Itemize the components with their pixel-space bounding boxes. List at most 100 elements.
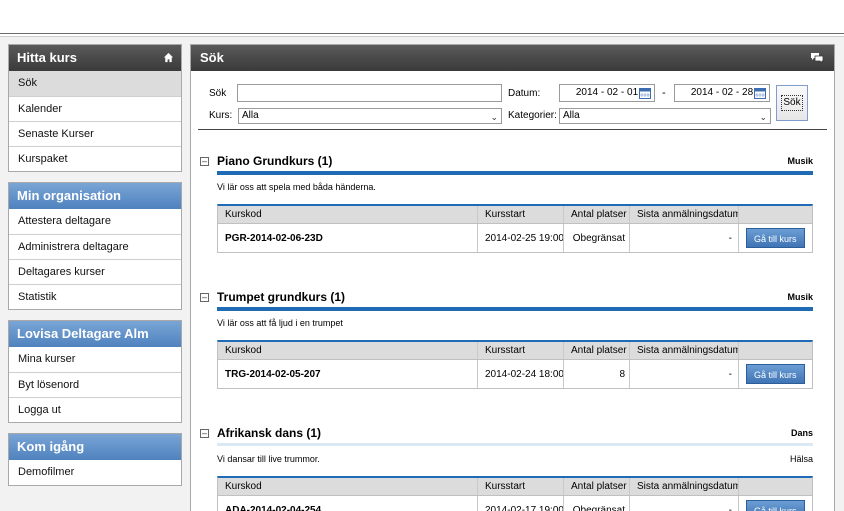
table-row: ADA-2014-02-04-254 2014-02-17 19:00 Obeg…	[218, 496, 812, 511]
date-label: Datum:	[508, 88, 541, 99]
sidebar-item-sok[interactable]: Sök	[9, 71, 181, 96]
course-description: Vi lär oss att spela med båda händerna.	[217, 182, 376, 192]
course-select[interactable]: Alla ⌄	[238, 108, 502, 124]
course-code: PGR-2014-02-06-23D	[218, 224, 478, 252]
course-action-cell: Gå till kurs	[739, 496, 812, 511]
collapse-icon[interactable]: –	[200, 293, 209, 302]
course-seats: Obegränsat	[564, 496, 630, 511]
course-seats: Obegränsat	[564, 224, 630, 252]
table-header-row: Kurskod Kursstart Antal platser Sista an…	[218, 478, 812, 496]
sidebar-item-statistik[interactable]: Statistik	[9, 284, 181, 309]
main-header: Sök	[191, 45, 834, 71]
search-button-label: Sök	[781, 95, 803, 111]
date-to-value: 2014 - 02 - 28	[690, 87, 754, 98]
course-divider	[217, 443, 813, 446]
calendar-icon[interactable]	[639, 87, 651, 99]
my-organisation-panel: Min organisation Attestera deltagare Adm…	[8, 182, 182, 310]
find-course-panel: Hitta kurs Sök Kalender Senaste Kurser K…	[8, 44, 182, 172]
course-description: Vi lär oss att få ljud i en trumpet	[217, 318, 343, 328]
course-start: 2014-02-17 19:00	[478, 496, 564, 511]
user-panel: Lovisa Deltagare Alm Mina kurser Byt lös…	[8, 320, 182, 423]
date-from-field[interactable]: 2014 - 02 - 01	[559, 84, 655, 102]
sidebar-item-senaste-kurser[interactable]: Senaste Kurser	[9, 121, 181, 146]
column-header-start: Kursstart	[478, 342, 564, 359]
search-button[interactable]: Sök	[776, 85, 808, 121]
sidebar-item-demofilmer[interactable]: Demofilmer	[9, 460, 181, 485]
course-action-cell: Gå till kurs	[739, 224, 812, 252]
search-input[interactable]	[237, 84, 502, 102]
course-code: ADA-2014-02-04-254	[218, 496, 478, 511]
my-organisation-header: Min organisation	[9, 183, 181, 209]
search-label: Sök	[209, 88, 227, 99]
date-to-field[interactable]: 2014 - 02 - 28	[674, 84, 770, 102]
column-header-start: Kursstart	[478, 206, 564, 223]
column-header-code: Kurskod	[218, 478, 478, 495]
column-header-code: Kurskod	[218, 206, 478, 223]
column-header-seats: Antal platser	[564, 342, 630, 359]
column-header-deadline: Sista anmälningsdatum	[630, 206, 739, 223]
chevron-down-icon: ⌄	[759, 112, 767, 122]
getting-started-panel: Kom igång Demofilmer	[8, 433, 182, 486]
course-divider	[217, 307, 813, 311]
sidebar-item-byt-losenord[interactable]: Byt lösenord	[9, 372, 181, 397]
chat-icon[interactable]	[810, 52, 824, 64]
go-to-course-button[interactable]: Gå till kurs	[746, 228, 805, 248]
course-select-value: Alla	[242, 110, 259, 121]
course-deadline: -	[630, 360, 739, 388]
column-header-seats: Antal platser	[564, 206, 630, 223]
page-title: Sök	[200, 50, 224, 65]
calendar-icon[interactable]	[754, 87, 766, 99]
go-to-course-button[interactable]: Gå till kurs	[746, 500, 805, 511]
course-label: Kurs:	[209, 110, 233, 121]
course-category: Dans	[790, 428, 813, 438]
chevron-down-icon: ⌄	[490, 112, 498, 122]
table-row: TRG-2014-02-05-207 2014-02-24 18:00 8 - …	[218, 360, 812, 388]
table-row: PGR-2014-02-06-23D 2014-02-25 19:00 Obeg…	[218, 224, 812, 252]
category-select-value: Alla	[563, 110, 580, 121]
sidebar-item-kurspaket[interactable]: Kurspaket	[9, 146, 181, 171]
course-title: Afrikansk dans (1)	[217, 426, 322, 440]
course-deadline: -	[630, 496, 739, 511]
category-select[interactable]: Alla ⌄	[559, 108, 771, 124]
sidebar-item-attestera[interactable]: Attestera deltagare	[9, 209, 181, 234]
find-course-header: Hitta kurs	[9, 45, 181, 71]
collapse-icon[interactable]: –	[200, 157, 209, 166]
sidebar-item-administrera[interactable]: Administrera deltagare	[9, 234, 181, 259]
course-category: Musik	[787, 292, 813, 302]
column-header-code: Kurskod	[218, 342, 478, 359]
course-seats: 8	[564, 360, 630, 388]
collapse-icon[interactable]: –	[200, 429, 209, 438]
course-title: Piano Grundkurs (1)	[217, 154, 333, 168]
home-icon[interactable]	[163, 52, 174, 63]
sidebar-item-kalender[interactable]: Kalender	[9, 96, 181, 121]
course-table: Kurskod Kursstart Antal platser Sista an…	[217, 340, 813, 389]
search-form: Sök Datum: 2014 - 02 - 01 - 2014 - 02 - …	[191, 71, 834, 131]
sidebar-item-mina-kurser[interactable]: Mina kurser	[9, 347, 181, 372]
table-header-row: Kurskod Kursstart Antal platser Sista an…	[218, 206, 812, 224]
find-course-title: Hitta kurs	[17, 50, 77, 65]
date-from-value: 2014 - 02 - 01	[575, 87, 639, 98]
sidebar-item-logga-ut[interactable]: Logga ut	[9, 397, 181, 422]
course-table: Kurskod Kursstart Antal platser Sista an…	[217, 476, 813, 511]
course-description: Vi dansar till live trummor.	[217, 454, 320, 464]
column-header-action	[739, 342, 812, 359]
course-code: TRG-2014-02-05-207	[218, 360, 478, 388]
course-divider	[217, 171, 813, 175]
user-header: Lovisa Deltagare Alm	[9, 321, 181, 347]
course-action-cell: Gå till kurs	[739, 360, 812, 388]
top-bar	[0, 0, 844, 34]
course-start: 2014-02-24 18:00	[478, 360, 564, 388]
table-header-row: Kurskod Kursstart Antal platser Sista an…	[218, 342, 812, 360]
course-start: 2014-02-25 19:00	[478, 224, 564, 252]
column-header-deadline: Sista anmälningsdatum	[630, 478, 739, 495]
course-category: Musik	[787, 156, 813, 166]
go-to-course-button[interactable]: Gå till kurs	[746, 364, 805, 384]
date-separator: -	[662, 87, 666, 99]
course-category-secondary: Hälsa	[789, 454, 813, 464]
getting-started-header: Kom igång	[9, 434, 181, 460]
course-title: Trumpet grundkurs (1)	[217, 290, 346, 304]
sidebar-item-deltagares-kurser[interactable]: Deltagares kurser	[9, 259, 181, 284]
column-header-start: Kursstart	[478, 478, 564, 495]
sidebar: Hitta kurs Sök Kalender Senaste Kurser K…	[8, 44, 182, 496]
category-label: Kategorier:	[508, 110, 557, 121]
